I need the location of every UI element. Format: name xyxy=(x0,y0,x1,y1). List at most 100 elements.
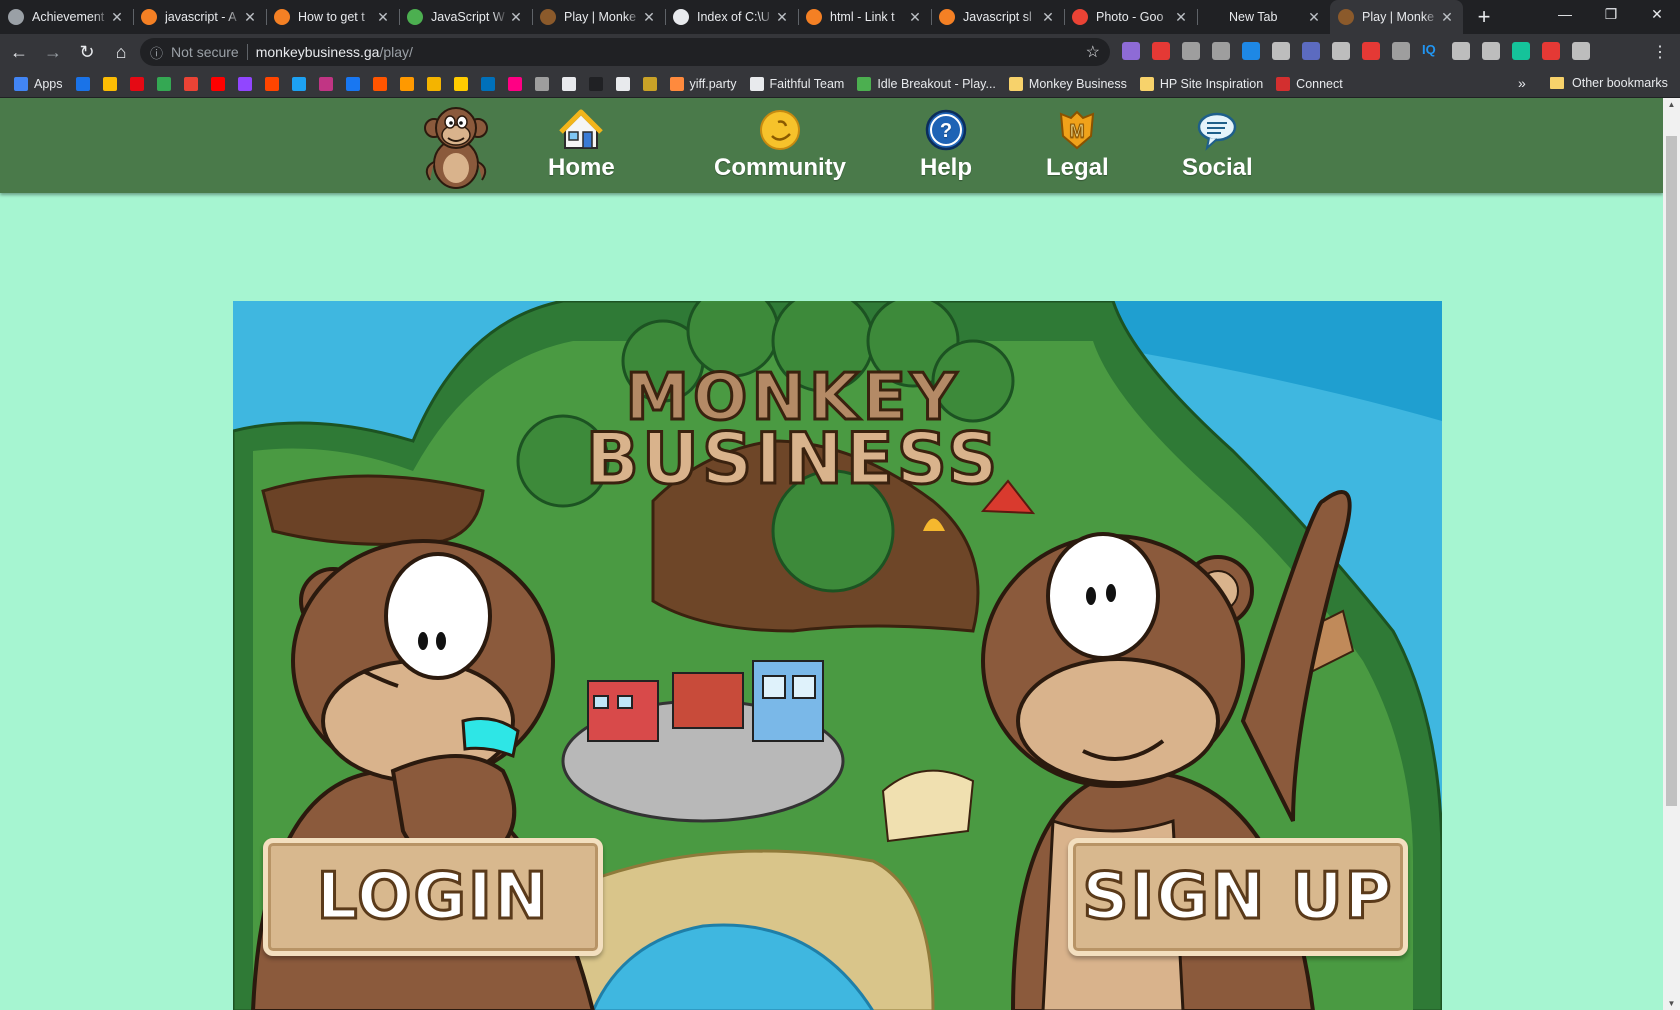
bookmark-item[interactable] xyxy=(291,76,306,91)
extension-icon[interactable] xyxy=(1272,42,1290,60)
extension-icon[interactable] xyxy=(1482,42,1500,60)
scroll-down-arrow-icon[interactable]: ▼ xyxy=(1663,999,1680,1008)
extension-icon[interactable] xyxy=(1212,42,1230,60)
tab-close-icon[interactable]: ✕ xyxy=(774,9,790,26)
extension-icon[interactable] xyxy=(1152,42,1170,60)
bookmark-item[interactable] xyxy=(372,76,387,91)
bookmark-item[interactable] xyxy=(453,76,468,91)
bookmark-item[interactable] xyxy=(156,76,171,91)
bookmark-item[interactable]: Apps xyxy=(14,76,63,91)
extension-icon[interactable] xyxy=(1572,42,1590,60)
browser-tab[interactable]: Photo - Goo ✕ xyxy=(1064,0,1197,34)
monkey-logo[interactable] xyxy=(408,102,504,190)
browser-tab[interactable]: html - Link t ✕ xyxy=(798,0,931,34)
forward-button[interactable]: → xyxy=(38,37,68,67)
bookmark-item[interactable] xyxy=(588,76,603,91)
info-icon[interactable]: ⓘ xyxy=(150,43,163,62)
browser-tab[interactable]: Javascript sl ✕ xyxy=(931,0,1064,34)
new-tab-button[interactable]: + xyxy=(1469,4,1499,30)
extensions-area: IQ xyxy=(1122,42,1590,60)
browser-tab[interactable]: Achievement ✕ xyxy=(0,0,133,34)
bookmark-item[interactable]: yiff.party xyxy=(669,76,737,91)
bookmark-item[interactable] xyxy=(129,76,144,91)
bookmark-item[interactable] xyxy=(237,76,252,91)
bookmark-item[interactable]: HP Site Inspiration xyxy=(1139,76,1264,91)
url-path: /play/ xyxy=(379,44,413,60)
bookmark-item[interactable] xyxy=(318,76,333,91)
scroll-up-arrow-icon[interactable]: ▲ xyxy=(1663,100,1680,109)
address-bar[interactable]: ⓘ Not secure monkeybusiness.ga/play/ ☆ xyxy=(140,38,1110,66)
extension-icon[interactable]: IQ xyxy=(1422,42,1440,60)
browser-tab[interactable]: New Tab ✕ xyxy=(1197,0,1330,34)
bookmark-item[interactable] xyxy=(615,76,630,91)
page-scrollbar[interactable]: ▲ ▼ xyxy=(1663,98,1680,1010)
bookmark-item[interactable] xyxy=(534,76,549,91)
tab-close-icon[interactable]: ✕ xyxy=(242,9,258,26)
browser-tab[interactable]: JavaScript W ✕ xyxy=(399,0,532,34)
bookmarks-overflow-button[interactable]: » xyxy=(1518,75,1526,91)
extension-icon[interactable] xyxy=(1362,42,1380,60)
bookmark-star-icon[interactable]: ☆ xyxy=(1086,42,1100,62)
browser-tab[interactable]: javascript - A ✕ xyxy=(133,0,266,34)
bookmark-item[interactable] xyxy=(561,76,576,91)
bookmark-item[interactable] xyxy=(480,76,495,91)
bookmark-label: HP Site Inspiration xyxy=(1159,76,1264,91)
menu-kebab-icon[interactable]: ⋮ xyxy=(1652,42,1668,62)
bookmark-item[interactable] xyxy=(399,76,414,91)
bookmark-item[interactable]: Monkey Business xyxy=(1008,76,1127,91)
browser-toolbar: ← → ↻ ⌂ ⓘ Not secure monkeybusiness.ga/p… xyxy=(0,34,1680,70)
nav-community[interactable]: Community xyxy=(714,108,846,182)
bookmark-item[interactable] xyxy=(183,76,198,91)
scrollbar-thumb[interactable] xyxy=(1666,136,1677,806)
extension-icon[interactable] xyxy=(1512,42,1530,60)
nav-home[interactable]: Home xyxy=(548,108,615,182)
tab-close-icon[interactable]: ✕ xyxy=(1306,9,1322,26)
extension-icon[interactable] xyxy=(1452,42,1470,60)
extension-icon[interactable] xyxy=(1302,42,1320,60)
bookmark-item[interactable] xyxy=(264,76,279,91)
bookmark-item[interactable] xyxy=(210,76,225,91)
bookmark-item[interactable] xyxy=(642,76,657,91)
tab-close-icon[interactable]: ✕ xyxy=(1040,9,1056,26)
extension-icon[interactable] xyxy=(1182,42,1200,60)
bookmark-item[interactable] xyxy=(102,76,117,91)
browser-tab[interactable]: Play | Monke ✕ xyxy=(1330,0,1463,34)
extension-icon[interactable] xyxy=(1542,42,1560,60)
nav-social[interactable]: Social xyxy=(1182,108,1253,182)
bookmark-item[interactable] xyxy=(507,76,522,91)
bookmark-favicon-icon xyxy=(372,76,387,91)
tab-close-icon[interactable]: ✕ xyxy=(1173,9,1189,26)
tab-close-icon[interactable]: ✕ xyxy=(1439,9,1455,26)
login-button[interactable]: Login xyxy=(263,838,603,956)
nav-legal[interactable]: M Legal xyxy=(1046,108,1109,182)
reload-button[interactable]: ↻ xyxy=(72,37,102,67)
back-button[interactable]: ← xyxy=(4,37,34,67)
bookmark-item[interactable]: Connect xyxy=(1276,76,1343,91)
browser-tab[interactable]: Play | Monke ✕ xyxy=(532,0,665,34)
svg-text:M: M xyxy=(1070,121,1085,141)
browser-tab[interactable]: Index of C:\U ✕ xyxy=(665,0,798,34)
maximize-button[interactable]: ❐ xyxy=(1588,0,1634,30)
extension-icon[interactable] xyxy=(1332,42,1350,60)
bookmark-item[interactable]: Idle Breakout - Play... xyxy=(857,76,996,91)
tab-close-icon[interactable]: ✕ xyxy=(375,9,391,26)
tab-close-icon[interactable]: ✕ xyxy=(109,9,125,26)
signup-button[interactable]: Sign Up xyxy=(1068,838,1408,956)
home-button[interactable]: ⌂ xyxy=(106,37,136,67)
extension-icon[interactable] xyxy=(1392,42,1410,60)
browser-tab[interactable]: How to get t ✕ xyxy=(266,0,399,34)
bookmark-item[interactable] xyxy=(426,76,441,91)
nav-help[interactable]: ? Help xyxy=(920,108,972,182)
minimize-button[interactable]: — xyxy=(1542,0,1588,30)
other-bookmarks-folder[interactable]: Other bookmarks xyxy=(1550,76,1668,90)
extension-icon[interactable] xyxy=(1122,42,1140,60)
bookmark-item[interactable]: Faithful Team xyxy=(749,76,844,91)
bookmark-item[interactable] xyxy=(345,76,360,91)
tab-close-icon[interactable]: ✕ xyxy=(907,9,923,26)
bookmark-item[interactable] xyxy=(75,76,90,91)
bookmark-label: Connect xyxy=(1296,76,1343,91)
tab-close-icon[interactable]: ✕ xyxy=(641,9,657,26)
close-window-button[interactable]: ✕ xyxy=(1634,0,1680,30)
tab-close-icon[interactable]: ✕ xyxy=(508,9,524,26)
extension-icon[interactable] xyxy=(1242,42,1260,60)
